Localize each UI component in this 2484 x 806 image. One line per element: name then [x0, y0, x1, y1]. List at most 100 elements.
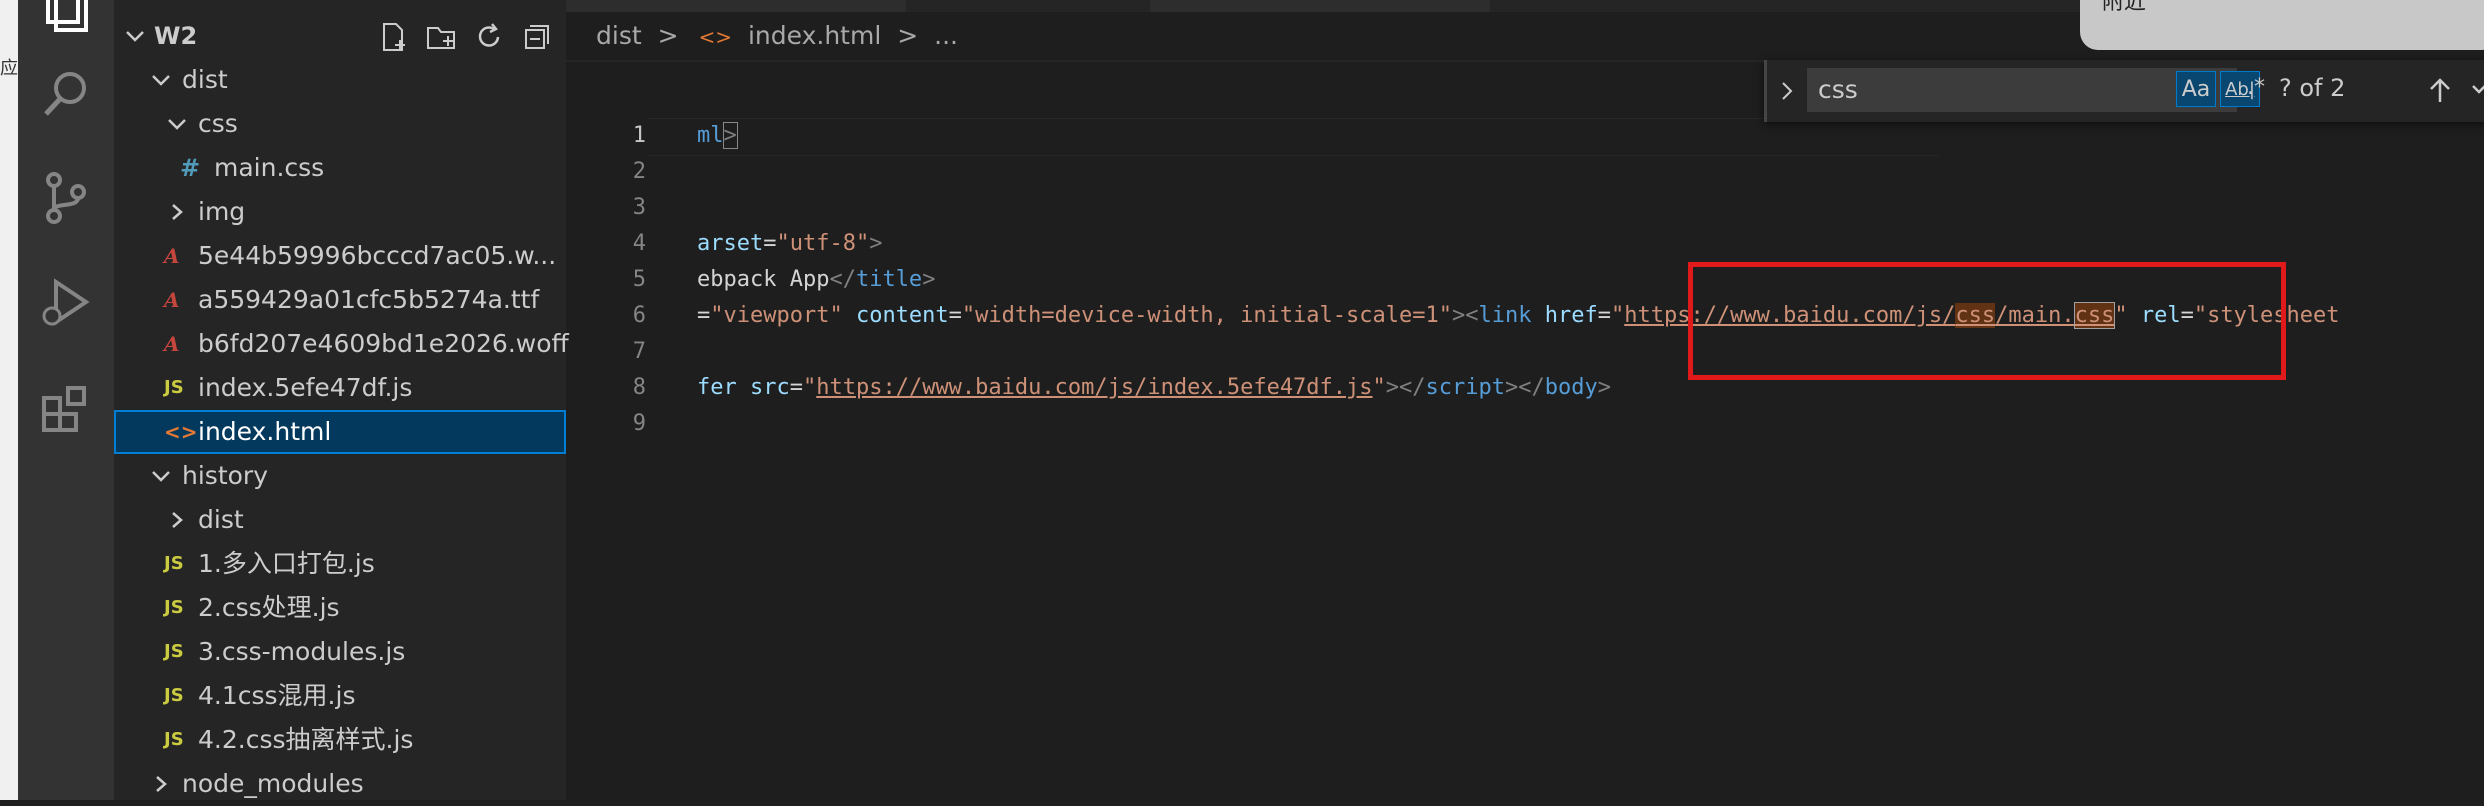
tree-file-index-js[interactable]: JS index.5efe47df.js — [114, 366, 566, 410]
html-file-icon: <> — [164, 420, 198, 444]
source-control-icon[interactable] — [34, 166, 98, 230]
regex-toggle[interactable]: .* — [2241, 70, 2271, 106]
run-debug-icon[interactable] — [34, 270, 98, 334]
tree-label: history — [182, 461, 268, 490]
search-icon[interactable] — [34, 62, 98, 126]
tree-file-font-2[interactable]: A a559429a01cfc5b5274a.ttf — [114, 278, 566, 322]
editor-tab[interactable] — [1150, 0, 1490, 12]
editor-tab[interactable] — [566, 0, 906, 12]
arrow-up-icon[interactable] — [2427, 76, 2453, 108]
css-file-icon: # — [180, 154, 201, 182]
chevron-right-icon — [166, 190, 190, 234]
notification-text: 附近 — [2102, 0, 2147, 15]
tree-file-main-css[interactable]: # main.css — [114, 146, 566, 190]
js-file-icon: JS — [164, 641, 184, 662]
code-token: src — [736, 375, 790, 400]
tree-file-font-1[interactable]: A 5e44b59996bcccd7ac05.w... — [114, 234, 566, 278]
line-number: 7 — [632, 339, 646, 364]
tree-label: index.html — [198, 417, 332, 446]
chevron-down-icon[interactable] — [2471, 80, 2484, 104]
code-token: = — [948, 303, 962, 328]
line-number: 6 — [632, 303, 646, 328]
tree-label: 5e44b59996bcccd7ac05.w... — [198, 241, 557, 270]
tree-file-js[interactable]: JS 4.1css混用.js — [114, 674, 566, 718]
code-link[interactable]: https://www.baidu.com/js/index.5efe47df.… — [816, 375, 1372, 400]
line-number: 5 — [632, 267, 646, 292]
edge-label: 应 — [0, 58, 18, 79]
workspace-title: W2 — [154, 22, 198, 50]
activity-bar — [18, 0, 114, 800]
code-token: ></ — [1385, 375, 1426, 400]
explorer-icon[interactable] — [34, 0, 98, 38]
breadcrumb-folder[interactable]: dist — [596, 21, 642, 50]
annotation-highlight-box — [1688, 262, 2286, 380]
code-token: "utf-8" — [776, 231, 870, 256]
line-number: 4 — [632, 231, 646, 256]
chevron-down-icon — [150, 58, 174, 102]
tree-folder-dist[interactable]: dist — [114, 58, 566, 102]
tree-file-font-3[interactable]: A b6fd207e4609bd1e2026.woff — [114, 322, 569, 366]
code-token: title — [855, 267, 923, 292]
tree-file-js[interactable]: JS 1.多入口打包.js — [114, 542, 566, 586]
left-window-edge: 应 — [0, 0, 18, 800]
refresh-icon[interactable] — [472, 20, 506, 54]
breadcrumb-more[interactable]: ... — [934, 21, 958, 50]
code-token: " — [1610, 303, 1625, 328]
find-query: css — [1818, 75, 1858, 104]
tree-folder-node-modules[interactable]: node_modules — [114, 762, 566, 806]
extensions-icon[interactable] — [34, 376, 98, 440]
new-folder-icon[interactable] — [424, 20, 458, 54]
code-line-8[interactable]: fer src= "https://www.baidu.com/js/index.… — [697, 370, 1611, 406]
code-token: "viewport" — [710, 303, 843, 328]
explorer-header: W2 — [114, 14, 566, 58]
chevron-right-icon — [150, 762, 174, 806]
code-token: = — [789, 375, 803, 400]
tree-folder-css[interactable]: css — [114, 102, 566, 146]
tree-file-js[interactable]: JS 4.2.css抽离样式.js — [114, 718, 566, 762]
code-token: " — [1372, 375, 1386, 400]
collapse-all-icon[interactable] — [520, 20, 554, 54]
tree-label: 4.1css混用.js — [198, 681, 356, 710]
match-case-toggle[interactable]: Aa — [2176, 71, 2216, 107]
tree-label: css — [198, 109, 238, 138]
tree-label: b6fd207e4609bd1e2026.woff — [198, 329, 569, 358]
js-file-icon: JS — [164, 685, 184, 706]
font-file-icon: A — [164, 288, 180, 312]
code-token: ></ — [1505, 375, 1545, 400]
line-number: 8 — [632, 375, 646, 400]
chevron-down-icon — [150, 454, 174, 498]
code-token: > — [869, 231, 883, 256]
tree-label: dist — [198, 505, 244, 534]
code-token: >< — [1452, 303, 1479, 328]
tree-folder-history-dist[interactable]: dist — [114, 498, 566, 542]
js-file-icon: JS — [164, 597, 184, 618]
line-number: 1 — [632, 123, 646, 148]
font-file-icon: A — [164, 332, 180, 356]
code-token: = — [763, 231, 777, 256]
new-file-icon[interactable] — [376, 20, 410, 54]
code-token: </ — [829, 267, 856, 292]
code-token: > — [1597, 375, 1611, 400]
tree-folder-img[interactable]: img — [114, 190, 566, 234]
html-file-icon: <> — [698, 25, 733, 49]
tree-label: main.css — [214, 153, 325, 182]
tree-folder-history[interactable]: history — [114, 454, 566, 498]
tree-file-js[interactable]: JS 3.css-modules.js — [114, 630, 566, 674]
chevron-right-icon[interactable] — [1779, 80, 1795, 106]
code-token: = — [697, 303, 711, 328]
code-line-4[interactable]: arset="utf-8"> — [697, 226, 882, 262]
tree-file-js[interactable]: JS 2.css处理.js — [114, 586, 566, 630]
find-widget: css Aa Ab| .* ? of 2 — [1764, 60, 2484, 122]
breadcrumb-file[interactable]: index.html — [748, 21, 881, 50]
tree-file-index-html[interactable]: <> index.html — [114, 410, 566, 454]
code-line-5[interactable]: ebpack App</title> — [697, 262, 935, 298]
code-token: content — [842, 303, 949, 328]
code-line-1[interactable]: ml> — [697, 118, 738, 154]
code-token: fer — [697, 375, 737, 400]
code-token: "width=device-width, initial-scale=1" — [961, 303, 1452, 328]
tree-label: 2.css处理.js — [198, 593, 340, 622]
tree-label: 1.多入口打包.js — [198, 549, 375, 578]
chevron-down-icon[interactable] — [124, 14, 148, 58]
notification-popup[interactable]: 附近 — [2080, 0, 2484, 50]
find-input[interactable]: css Aa Ab| — [1807, 68, 2260, 112]
